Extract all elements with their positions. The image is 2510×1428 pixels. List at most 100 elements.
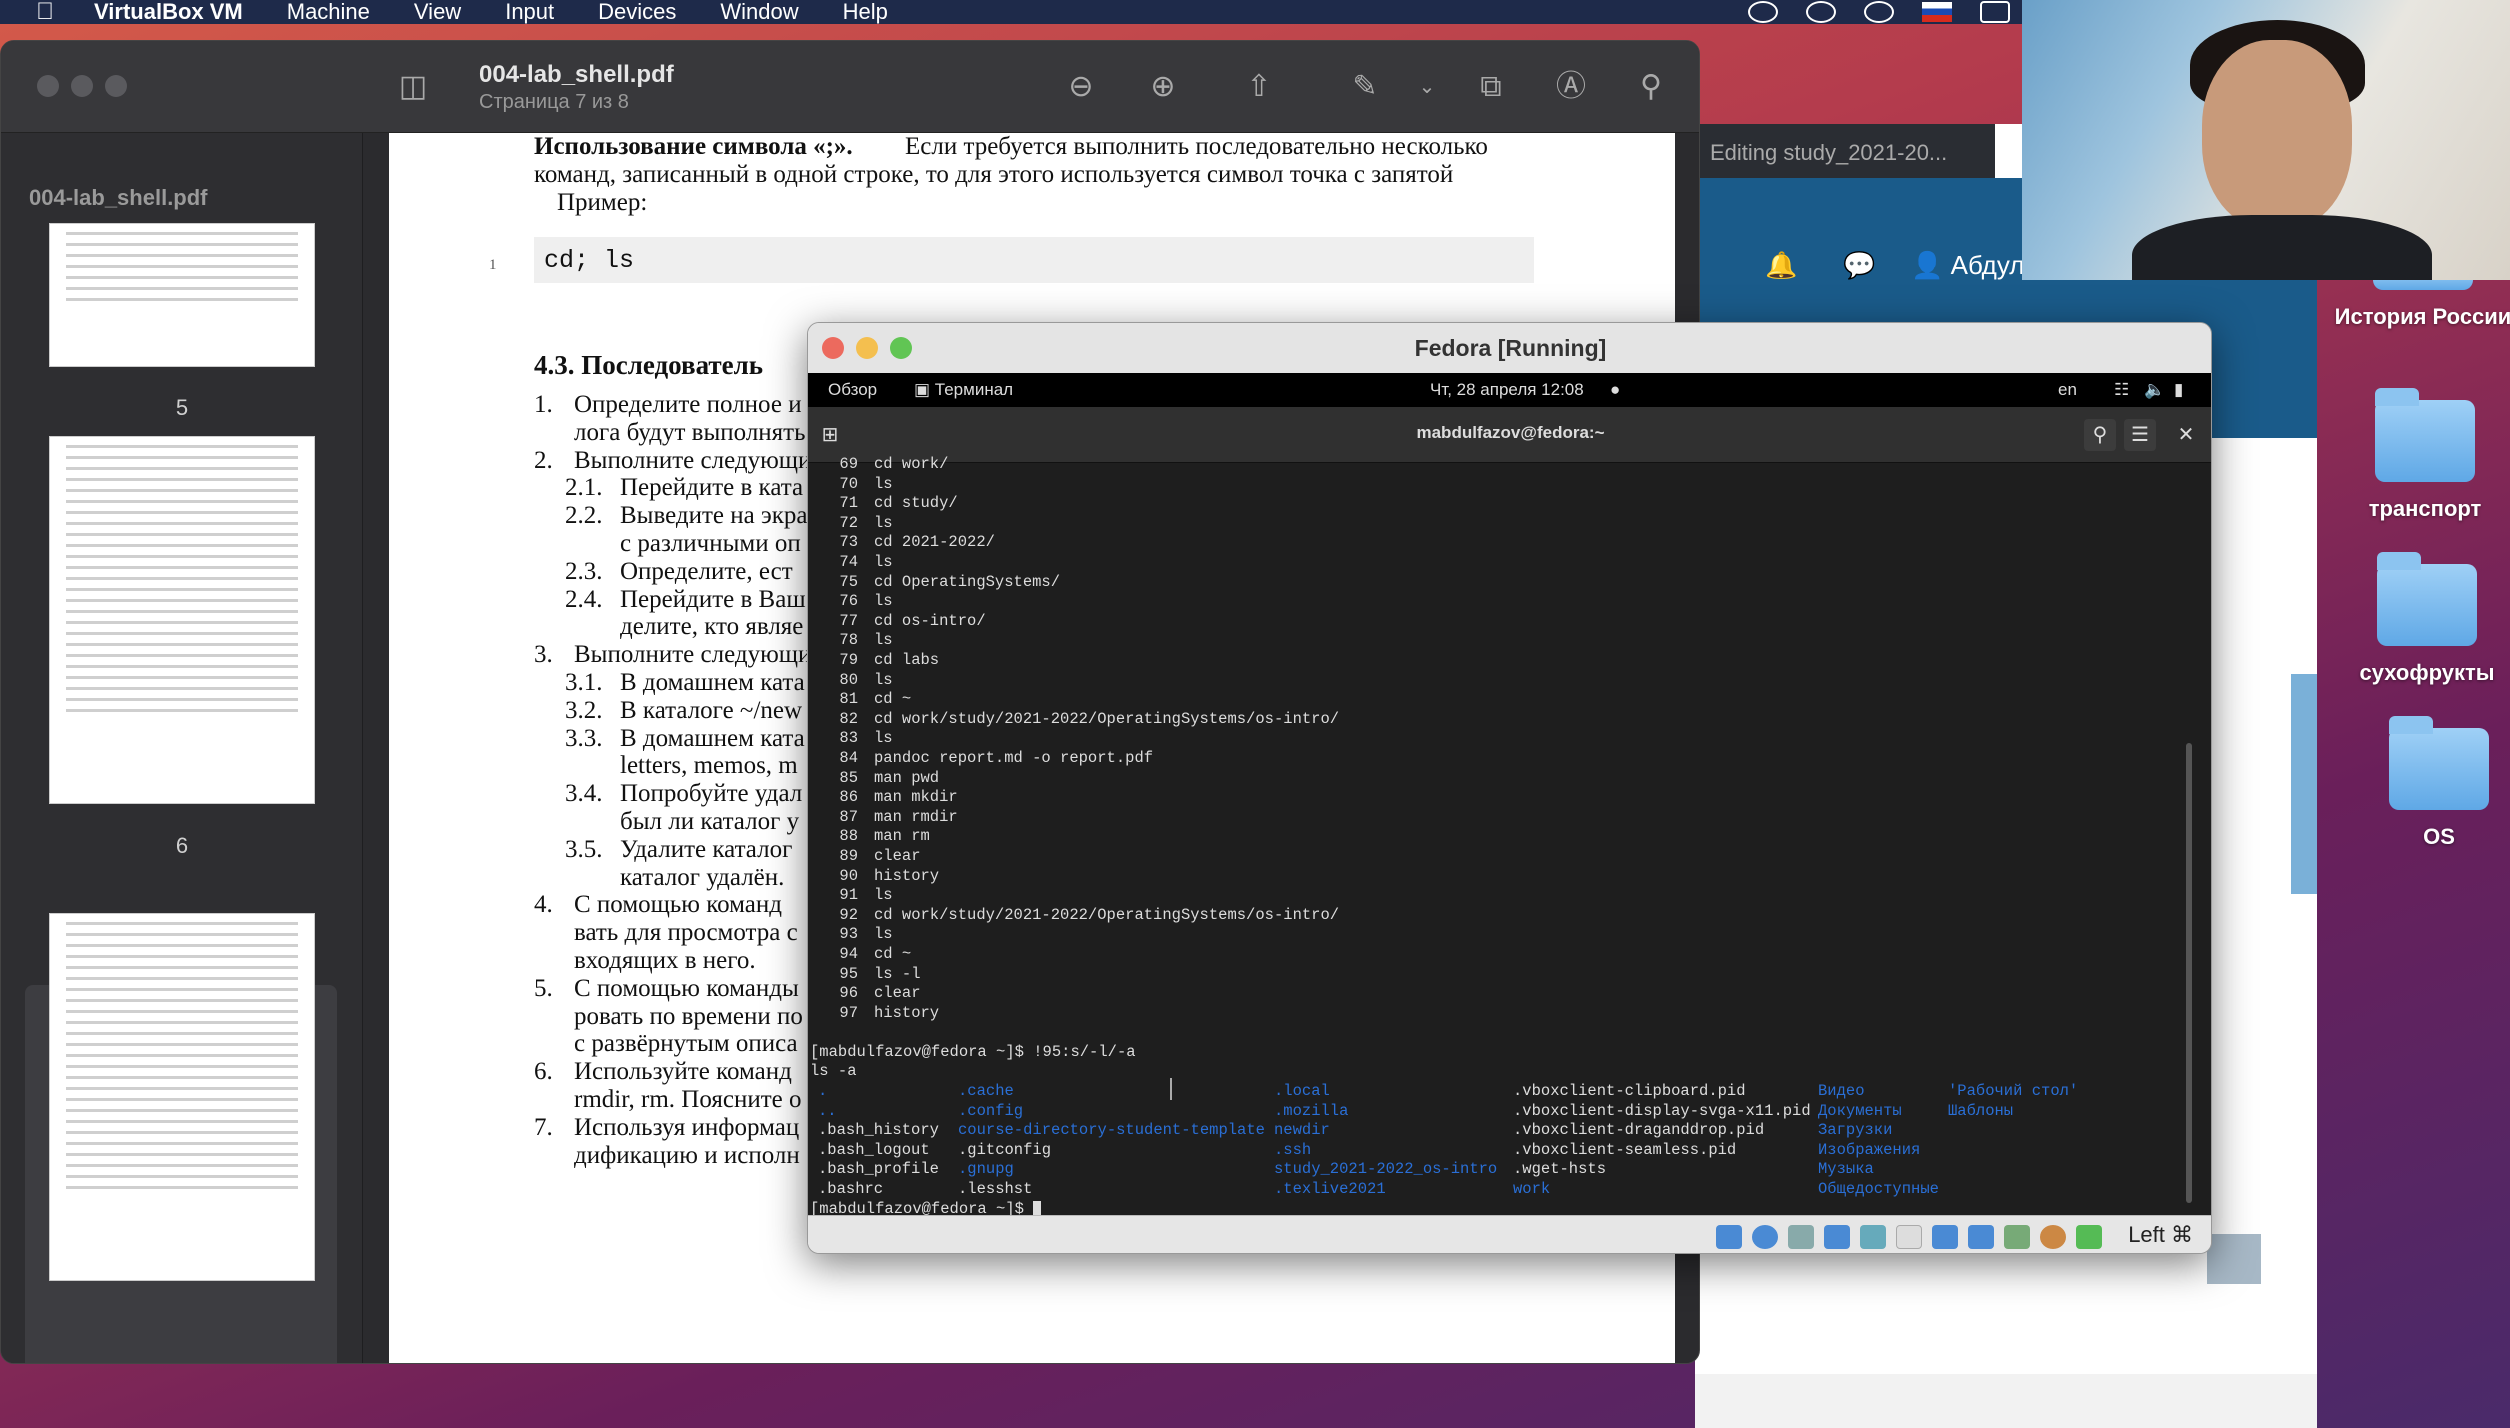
list-item: 3.5. Удалите каталог xyxy=(565,836,792,864)
list-item: 3.3. В домашнем ката xyxy=(565,725,805,753)
cpu-icon[interactable] xyxy=(2004,1225,2030,1249)
network-icon[interactable]: ☷ xyxy=(2114,380,2129,400)
pdf-page-indicator: Страница 7 из 8 xyxy=(479,91,629,113)
history-command: ls xyxy=(874,886,893,905)
history-number: 82 xyxy=(839,709,858,728)
keyboard-layout-flag-icon[interactable] xyxy=(1922,2,1952,22)
list-item: 1. Определите полное и xyxy=(534,391,802,419)
hard-disk-icon[interactable] xyxy=(1716,1225,1742,1249)
menu-devices[interactable]: Devices xyxy=(576,0,698,25)
scroll-to-top-button[interactable] xyxy=(2207,1234,2261,1284)
browser-tab[interactable]: Editing study_2021-20... xyxy=(1695,124,1995,178)
ls-entry-file: .vboxclient-display-svga-x11.pid xyxy=(1513,1101,1811,1120)
list-item-number: 3.3. xyxy=(565,724,603,752)
list-item-number: 5. xyxy=(534,974,553,1002)
play-icon[interactable] xyxy=(1864,1,1894,23)
list-item-text: дификацию и исполн xyxy=(574,1141,800,1169)
markup-pen-icon[interactable]: ✎ xyxy=(1347,69,1383,105)
side-panel-edge xyxy=(2291,674,2317,894)
terminal-output[interactable]: 69 cd work/70 ls 71 cd study/72 ls 73 cd 2021-2… xyxy=(808,455,2198,1218)
list-item-number: 3.2. xyxy=(565,696,603,724)
menu-app-name[interactable]: VirtualBox VM xyxy=(90,0,265,25)
status-tray-icon[interactable] xyxy=(1748,1,1778,23)
menu-help[interactable]: Help xyxy=(821,0,910,25)
gnome-lang[interactable]: en xyxy=(2058,380,2077,400)
list-item-text: letters, memos, m xyxy=(620,752,798,780)
code-text: cd; ls xyxy=(544,246,635,275)
mouse-integration-icon[interactable] xyxy=(2040,1225,2066,1249)
history-line: 89 clear xyxy=(820,847,920,867)
history-number: 76 xyxy=(839,592,858,611)
recording-icon[interactable] xyxy=(1968,1225,1994,1249)
download-icon[interactable] xyxy=(2076,1225,2102,1249)
thumbnail-page-6[interactable] xyxy=(49,436,315,804)
chevron-down-icon[interactable]: ⌄ xyxy=(1409,69,1445,105)
ls-entry-file: .vboxclient-clipboard.pid xyxy=(1513,1082,1746,1100)
menu-machine[interactable]: Machine xyxy=(265,0,392,25)
history-command: ls xyxy=(874,553,893,571)
gnome-terminal-app[interactable]: ▣ Терминал xyxy=(914,380,1013,400)
list-item-text: Используйте команд xyxy=(574,1058,792,1086)
folder-transport[interactable]: транспорт xyxy=(2330,388,2510,522)
folder-icon xyxy=(2375,388,2475,482)
sidebar-filename: 004-lab_shell.pdf xyxy=(29,185,208,210)
apple-icon[interactable]:  xyxy=(0,0,90,26)
shared-folders-icon[interactable] xyxy=(1896,1225,1922,1249)
list-item-text: с развёрнутым описа xyxy=(574,1030,798,1058)
thumbnail-page-5[interactable] xyxy=(49,223,315,367)
ls-entry-directory: Загрузки xyxy=(1818,1121,1893,1140)
creative-cloud-icon[interactable] xyxy=(1806,1,1836,23)
share-icon[interactable]: ⇧ xyxy=(1241,69,1277,105)
list-item: 6. Используйте команд xyxy=(534,1058,792,1086)
hamburger-menu-icon[interactable]: ☰ xyxy=(2124,419,2156,451)
rotate-icon[interactable]: ⧉ xyxy=(1473,69,1509,105)
search-icon[interactable]: ⚲ xyxy=(1633,69,1669,105)
terminal-scrollbar[interactable] xyxy=(2186,743,2192,1203)
volume-icon[interactable]: 🔈 xyxy=(2144,380,2165,400)
annotate-icon[interactable]: Ⓐ xyxy=(1553,69,1589,105)
menu-view[interactable]: View xyxy=(392,0,483,25)
search-icon[interactable]: ⚲ xyxy=(2084,419,2116,451)
gnome-clock[interactable]: Чт, 28 апреля 12:08 xyxy=(1430,380,1584,400)
optical-drive-icon[interactable] xyxy=(1752,1225,1778,1249)
zoom-button[interactable] xyxy=(105,75,127,97)
history-number: 70 xyxy=(839,474,858,493)
zoom-out-icon[interactable]: ⊖ xyxy=(1063,69,1099,105)
list-item: 3.2. В каталоге ~/new xyxy=(565,697,802,725)
list-item-text: Выведите на экра xyxy=(620,502,808,530)
thumbnail-page-7[interactable] xyxy=(49,913,315,1281)
battery-icon[interactable]: ▮ xyxy=(2174,380,2183,400)
menu-window[interactable]: Window xyxy=(698,0,820,25)
folder-dried-fruits[interactable]: сухофрукты xyxy=(2332,552,2510,686)
close-button[interactable] xyxy=(37,75,59,97)
vm-minimize-button[interactable] xyxy=(856,337,878,359)
menu-input[interactable]: Input xyxy=(483,0,576,25)
chat-icon[interactable]: 💬 xyxy=(1843,250,1875,281)
list-item: rmdir, rm. Поясните о xyxy=(574,1086,802,1114)
network-adapter-icon[interactable] xyxy=(1824,1225,1850,1249)
sidebar-toggle-icon[interactable]: ◫ xyxy=(395,69,431,105)
list-item-text: Определите, ест xyxy=(620,557,793,585)
folder-history[interactable]: История России xyxy=(2328,258,2510,330)
battery-icon[interactable] xyxy=(1980,1,2010,23)
ls-entry-file: .gitconfig xyxy=(958,1140,1052,1159)
gnome-overview[interactable]: Обзор xyxy=(828,380,877,400)
bell-icon[interactable]: 🔔 xyxy=(1765,250,1797,281)
user-avatar[interactable]: 👤 Абдул xyxy=(1911,250,2024,281)
history-number: 88 xyxy=(839,827,858,846)
zoom-in-icon[interactable]: ⊕ xyxy=(1145,69,1181,105)
history-command: ls xyxy=(874,729,893,748)
ls-entry-directory: newdir xyxy=(1274,1121,1330,1140)
history-line: 78 ls xyxy=(820,631,892,651)
folder-os[interactable]: OS xyxy=(2344,716,2510,850)
close-icon[interactable]: ✕ xyxy=(2170,419,2202,451)
list-item-text: В домашнем ката xyxy=(620,724,805,752)
history-number: 86 xyxy=(839,788,858,807)
ls-entry-directory: .local xyxy=(1274,1082,1330,1100)
vm-zoom-button[interactable] xyxy=(890,337,912,359)
audio-icon[interactable] xyxy=(1788,1225,1814,1249)
minimize-button[interactable] xyxy=(71,75,93,97)
display-icon[interactable] xyxy=(1932,1225,1958,1249)
vm-close-button[interactable] xyxy=(822,337,844,359)
usb-icon[interactable] xyxy=(1860,1225,1886,1249)
